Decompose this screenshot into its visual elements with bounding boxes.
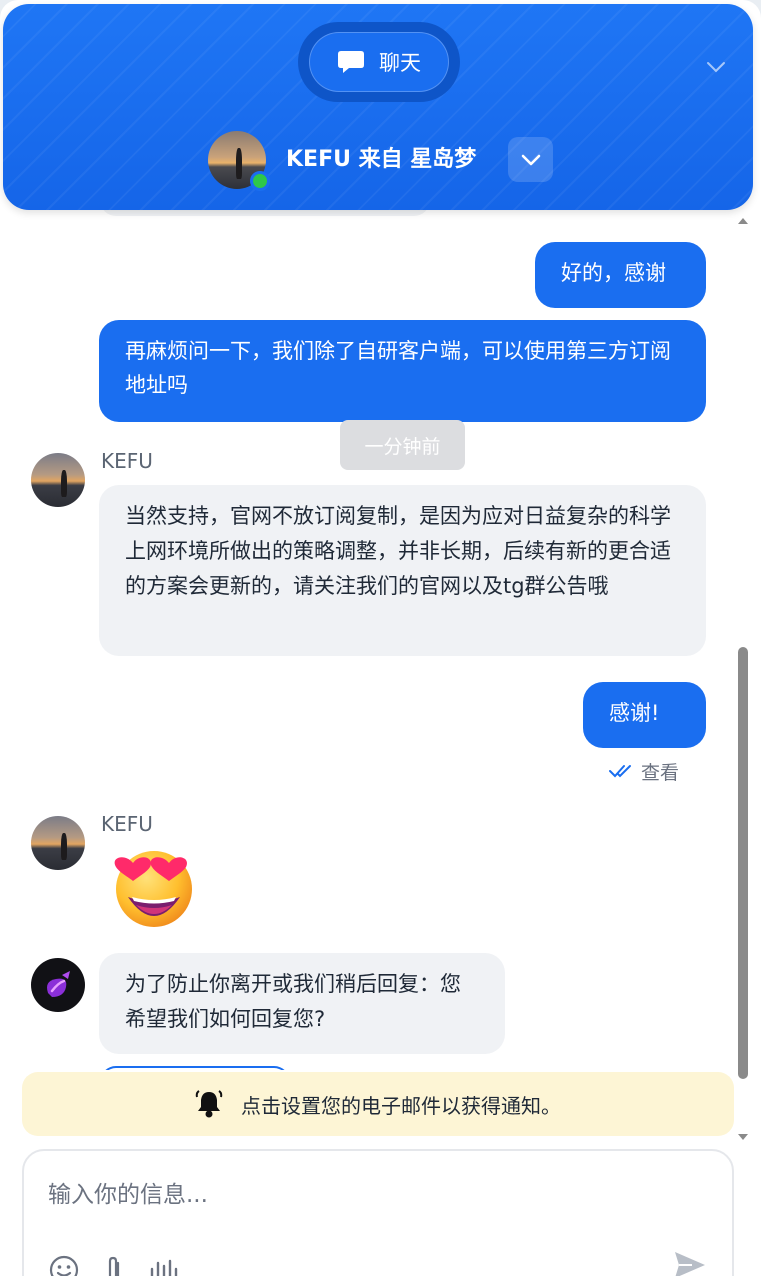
email-notification-banner[interactable]: 点击设置您的电子邮件以获得通知。 [22, 1072, 734, 1136]
chat-widget: 聊天 KEFU 来自 星岛梦 好的，感谢 再麻烦问一下，我们除了自研客户端，可以… [0, 0, 761, 1276]
previous-message-edge [100, 210, 430, 216]
tab-chat[interactable]: 聊天 [309, 32, 449, 92]
bot-avatar [31, 958, 85, 1012]
email-notice-text: 点击设置您的电子邮件以获得通知。 [241, 1093, 561, 1118]
outgoing-message: 再麻烦问一下，我们除了自研客户端，可以使用第三方订阅地址吗 [99, 320, 706, 422]
chat-bubble-icon [338, 51, 364, 73]
paperclip-icon[interactable] [100, 1255, 130, 1276]
incoming-message: 当然支持，官网不放订阅复制，是因为应对日益复杂的科学上网环境所做出的策略调整，并… [99, 485, 706, 656]
agent-avatar [31, 453, 85, 507]
scroll-down-arrow-icon[interactable] [736, 1130, 750, 1144]
scroll-up-arrow-icon[interactable] [736, 214, 750, 228]
heart-eyes-emoji-icon [114, 851, 192, 927]
scrollbar-thumb[interactable] [738, 647, 748, 1079]
agent-avatar [208, 131, 270, 191]
voice-icon[interactable] [148, 1255, 178, 1276]
reply-option-button[interactable] [100, 1066, 290, 1070]
message-timestamp: 一分钟前 [340, 420, 465, 470]
seen-status: 查看 [609, 758, 679, 784]
seen-label: 查看 [641, 761, 680, 784]
bell-icon [195, 1090, 223, 1118]
chat-header: 聊天 KEFU 来自 星岛梦 [3, 4, 753, 210]
agent-avatar [31, 816, 85, 870]
tab-chat-label: 聊天 [379, 51, 421, 75]
outgoing-message: 感谢! [583, 682, 706, 748]
bot-message: 为了防止你离开或我们稍后回复：您希望我们如何回复您? [99, 953, 505, 1054]
agent-title: KEFU 来自 星岛梦 [286, 147, 477, 172]
sender-name: KEFU [101, 449, 153, 473]
double-check-icon [609, 765, 631, 778]
chevron-down-icon [521, 154, 540, 165]
outgoing-message: 好的，感谢 [535, 242, 706, 308]
agent-dropdown-button[interactable] [508, 137, 553, 182]
message-list[interactable]: 好的，感谢 再麻烦问一下，我们除了自研客户端，可以使用第三方订阅地址吗 一分钟前… [0, 210, 735, 1070]
chevron-down-icon [707, 62, 725, 73]
send-icon[interactable] [672, 1247, 708, 1276]
collapse-widget-button[interactable] [701, 52, 731, 82]
message-input[interactable] [48, 1173, 688, 1217]
online-status-dot [250, 171, 270, 191]
sender-name: KEFU [101, 812, 153, 836]
bot-logo-icon [47, 971, 70, 997]
heart-eyes-emoji [112, 845, 196, 929]
message-composer [22, 1149, 734, 1276]
emoji-icon[interactable] [49, 1255, 79, 1276]
